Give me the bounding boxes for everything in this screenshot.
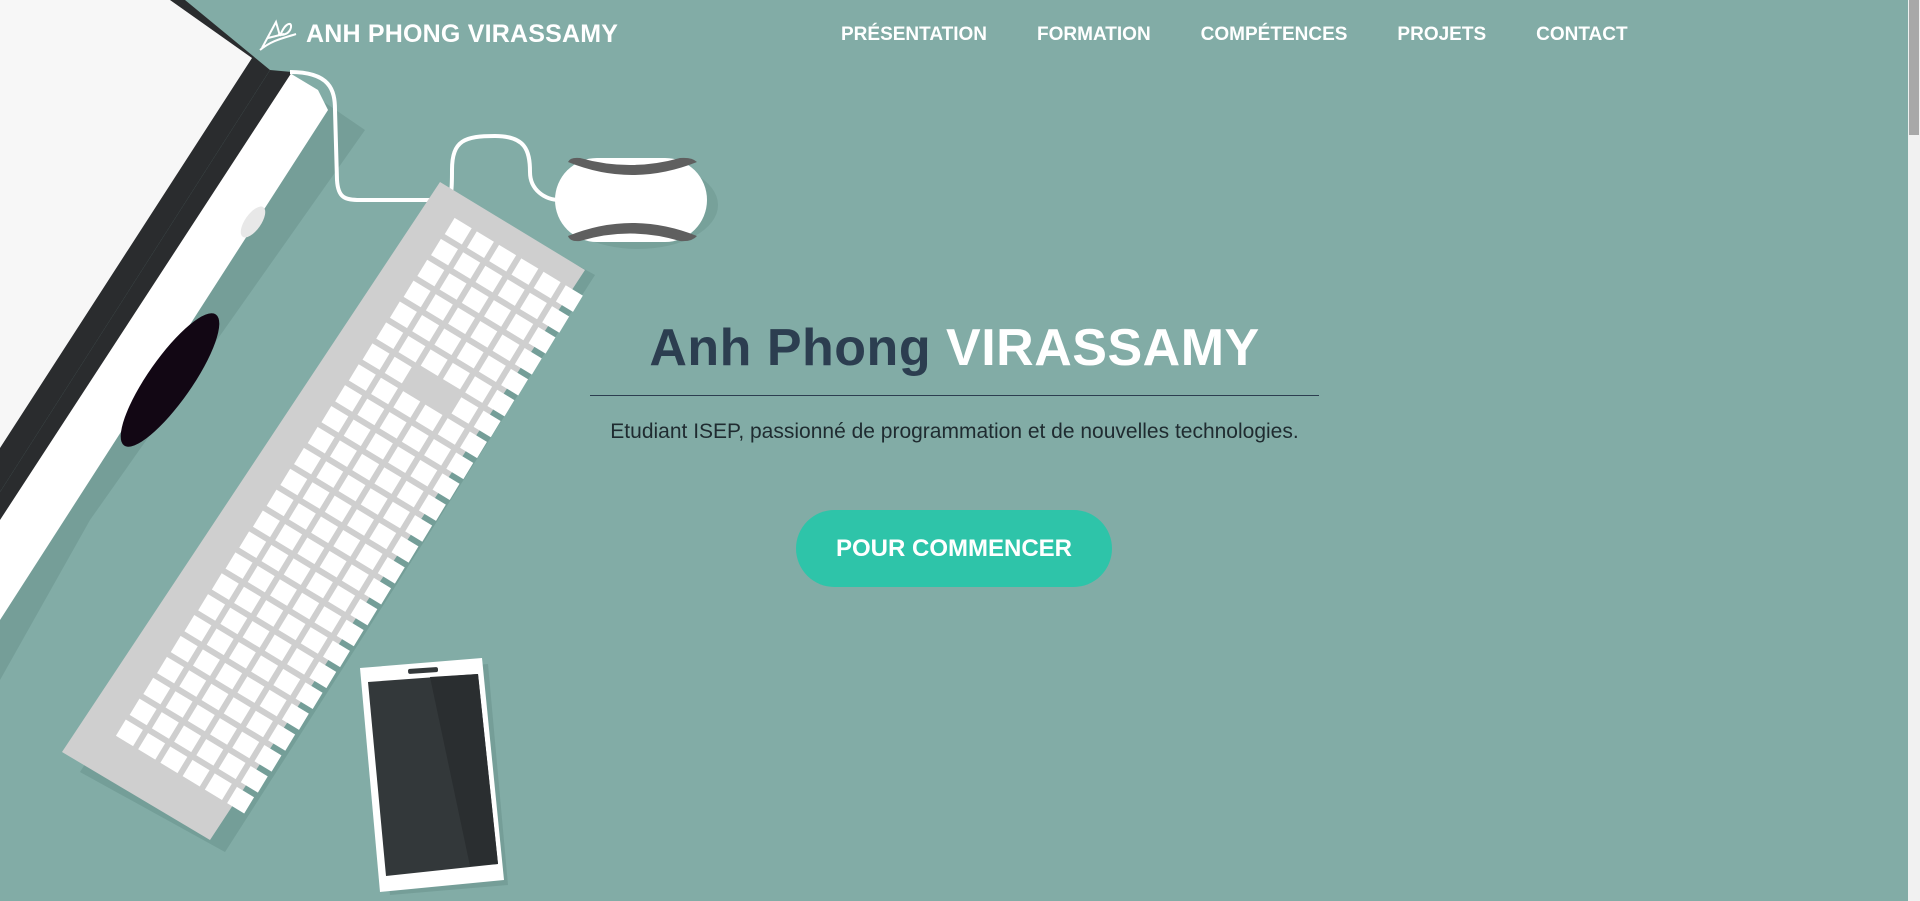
get-started-button[interactable]: POUR COMMENCER <box>796 510 1112 587</box>
top-navbar: ANH PHONG VIRASSAMY PRÉSENTATION FORMATI… <box>0 0 1908 72</box>
nav-formation[interactable]: FORMATION <box>1037 24 1151 46</box>
hero-first-name: Anh Phong <box>649 319 932 377</box>
smartphone-icon <box>360 658 508 895</box>
nav-presentation[interactable]: PRÉSENTATION <box>841 24 987 46</box>
mouse-icon <box>555 157 718 249</box>
hero-divider <box>590 395 1319 396</box>
brand[interactable]: ANH PHONG VIRASSAMY <box>258 16 618 52</box>
hero-last-name: VIRASSAMY <box>946 319 1260 377</box>
nav-competences[interactable]: COMPÉTENCES <box>1201 24 1348 46</box>
scrollbar-thumb[interactable] <box>1909 0 1919 135</box>
nav-projets[interactable]: PROJETS <box>1397 24 1486 46</box>
hero-title: Anh Phong VIRASSAMY <box>590 318 1319 378</box>
page-scrollbar[interactable] <box>1908 0 1920 901</box>
nav-contact[interactable]: CONTACT <box>1536 24 1627 46</box>
desk-illustration <box>0 0 718 895</box>
main-nav: PRÉSENTATION FORMATION COMPÉTENCES PROJE… <box>841 24 1628 46</box>
hero-subtitle: Etudiant ISEP, passionné de programmatio… <box>610 420 1299 443</box>
brand-name: ANH PHONG VIRASSAMY <box>306 19 619 48</box>
signature-logo-icon <box>259 19 297 51</box>
